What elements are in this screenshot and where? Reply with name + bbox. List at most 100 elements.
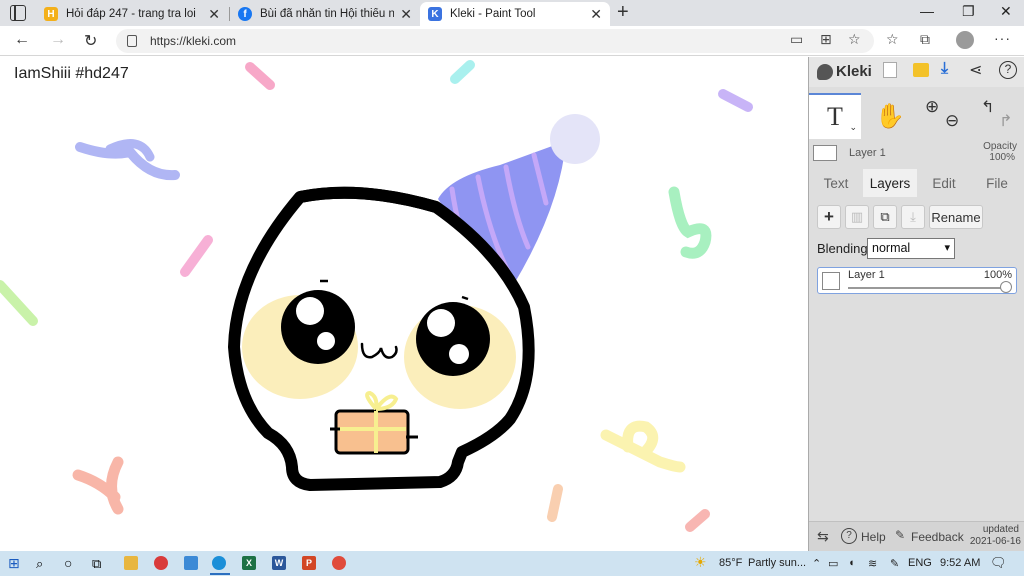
feedback-icon: ✎ xyxy=(895,528,906,542)
wifi-icon[interactable]: ≋ xyxy=(868,557,877,570)
window-close-icon[interactable]: ✕ xyxy=(1000,3,1012,20)
merge-layer-icon[interactable]: ⤓ xyxy=(901,205,925,229)
search-icon[interactable]: ⌕ xyxy=(36,556,43,572)
new-tab-button[interactable]: + xyxy=(617,1,629,24)
undo-redo-tools[interactable]: ↰ ↱ xyxy=(975,93,1021,139)
tab-strip: H Hỏi đáp 247 - trang tra loi ✕ f Bùi đã… xyxy=(0,0,1024,26)
app-icon[interactable] xyxy=(154,556,168,570)
chevron-down-icon[interactable]: ⌄ xyxy=(849,122,857,133)
blending-value: normal xyxy=(872,241,911,255)
tab-facebook[interactable]: f Bùi đã nhắn tin Hội thiểu năng Vi ✕ xyxy=(230,2,420,26)
cortana-icon[interactable]: ○ xyxy=(64,555,72,571)
show-hidden-icon[interactable]: ⌃ xyxy=(812,557,821,570)
back-icon[interactable]: ← xyxy=(14,31,30,49)
notifications-icon[interactable]: 🗨 xyxy=(990,555,1007,571)
drawing-canvas[interactable]: IamShiii #hd247 xyxy=(0,57,808,551)
more-options-icon[interactable]: ··· xyxy=(994,30,1011,46)
updated-label: updated xyxy=(982,524,1019,535)
layer-thumbnail xyxy=(822,272,840,290)
battery-icon[interactable]: ▭ xyxy=(828,557,838,570)
updated-date: 2021-06-16 xyxy=(969,536,1021,547)
tab-close-icon[interactable]: ✕ xyxy=(208,6,220,23)
weather-icon[interactable]: ☀ xyxy=(694,554,707,571)
temperature[interactable]: 85°F xyxy=(719,557,742,569)
profile-avatar[interactable] xyxy=(956,31,974,49)
tab-close-icon[interactable]: ✕ xyxy=(400,6,412,23)
favorite-add-icon[interactable]: ☆ xyxy=(848,31,861,48)
read-aloud-icon[interactable]: ▭ xyxy=(790,31,803,48)
minimize-icon[interactable]: — xyxy=(920,3,934,19)
address-bar[interactable]: https://kleki.com xyxy=(116,29,874,53)
kleki-favicon-icon: K xyxy=(428,7,442,21)
undo-icon[interactable]: ↰ xyxy=(981,97,994,117)
kleki-panel: Kleki ⤓ ⋖ ? T ⌄ ✋ ⊕ ⊖ ↰ ↱ Layer 1 Opacit… xyxy=(808,57,1024,551)
tab-edit[interactable]: Edit xyxy=(919,169,969,197)
add-layer-button[interactable]: + xyxy=(817,205,841,229)
powerpoint-icon[interactable]: P xyxy=(302,556,316,570)
zoom-tools[interactable]: ⊕ ⊖ xyxy=(921,93,969,139)
layer-thumbnail xyxy=(813,145,837,161)
forward-icon[interactable]: → xyxy=(50,31,66,49)
excel-icon[interactable]: X xyxy=(242,556,256,570)
panel-footer: ⇆ ? Help ✎ Feedback updated 2021-06-16 xyxy=(809,521,1024,551)
hand-tool[interactable]: ✋ xyxy=(869,93,911,139)
tab-layers[interactable]: Layers xyxy=(863,169,917,197)
share-icon[interactable]: ⋖ xyxy=(969,60,982,80)
redo-icon[interactable]: ↱ xyxy=(999,111,1012,131)
help-icon[interactable]: ? xyxy=(999,61,1017,79)
word-icon[interactable]: W xyxy=(272,556,286,570)
kleki-logo[interactable]: Kleki xyxy=(817,63,872,80)
blending-select[interactable]: normal xyxy=(867,238,955,259)
chrome-icon[interactable] xyxy=(332,556,346,570)
tab-text[interactable]: Text xyxy=(811,169,861,197)
delete-layer-icon[interactable]: ▥ xyxy=(845,205,869,229)
lock-icon[interactable] xyxy=(127,35,137,47)
tab-title: Hỏi đáp 247 - trang tra loi xyxy=(66,8,196,20)
kleki-logo-icon xyxy=(817,63,833,80)
right-eye xyxy=(416,302,490,376)
open-folder-icon[interactable] xyxy=(913,63,929,77)
help-link[interactable]: Help xyxy=(861,530,886,544)
weather-text[interactable]: Partly sun... xyxy=(748,557,806,569)
zoom-out-icon[interactable]: ⊖ xyxy=(945,111,959,131)
swap-sides-icon[interactable]: ⇆ xyxy=(817,528,829,545)
edge-icon[interactable] xyxy=(212,556,226,570)
tab-hoidap[interactable]: H Hỏi đáp 247 - trang tra loi ✕ xyxy=(36,2,228,26)
hoidap-favicon-icon: H xyxy=(44,7,58,21)
active-app-indicator xyxy=(210,573,230,575)
rename-button[interactable]: Rename xyxy=(929,205,983,229)
windows-start-icon[interactable]: ⊞ xyxy=(8,555,20,572)
tab-kleki[interactable]: K Kleki - Paint Tool ✕ xyxy=(420,2,610,26)
tab-close-icon[interactable]: ✕ xyxy=(590,6,602,23)
tab-file[interactable]: File xyxy=(971,169,1023,197)
apps-icon[interactable]: ⊞ xyxy=(820,31,832,48)
restore-icon[interactable]: ❐ xyxy=(962,3,975,20)
tool-row: T ⌄ ✋ ⊕ ⊖ ↰ ↱ xyxy=(809,93,1024,139)
new-image-icon[interactable] xyxy=(883,62,897,78)
pen-icon[interactable]: ✎ xyxy=(890,557,899,570)
layer-opacity-slider[interactable] xyxy=(848,287,1008,289)
reload-icon[interactable]: ↻ xyxy=(84,31,97,51)
collections-icon[interactable]: ⧉ xyxy=(920,31,930,48)
layer-item[interactable]: Layer 1 100% xyxy=(817,267,1017,294)
duplicate-layer-icon[interactable]: ⧉ xyxy=(873,205,897,229)
zoom-in-icon[interactable]: ⊕ xyxy=(925,97,939,117)
tab-title: Kleki - Paint Tool xyxy=(450,8,536,20)
opacity-slider-handle[interactable] xyxy=(1000,281,1012,293)
task-view-icon[interactable]: ⧉ xyxy=(92,556,101,572)
download-icon[interactable]: ⤓ xyxy=(941,60,948,78)
favorites-icon[interactable]: ☆ xyxy=(886,31,899,48)
clock[interactable]: 9:52 AM xyxy=(940,557,980,569)
help-circle-icon: ? xyxy=(841,528,857,544)
file-explorer-icon[interactable] xyxy=(124,556,138,570)
facebook-favicon-icon: f xyxy=(238,7,252,21)
language-indicator[interactable]: ENG xyxy=(908,557,932,569)
desktop-app-icon[interactable] xyxy=(184,556,198,570)
panel-toolbar: Kleki ⤓ ⋖ ? xyxy=(809,57,1024,87)
text-tool[interactable]: T ⌄ xyxy=(809,93,861,139)
url-text[interactable]: https://kleki.com xyxy=(150,34,236,48)
volume-icon[interactable]: ◖ xyxy=(848,557,855,569)
watermark-text: IamShiii #hd247 xyxy=(14,65,129,82)
tab-actions-icon[interactable] xyxy=(10,5,26,21)
feedback-link[interactable]: Feedback xyxy=(911,530,964,544)
